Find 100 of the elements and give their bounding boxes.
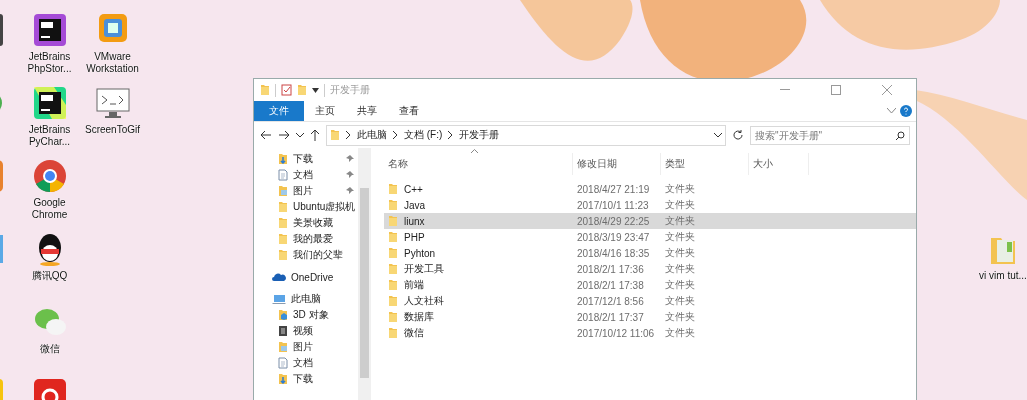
file-type: 文件夹 (664, 182, 696, 196)
modified-date: 2018/2/1 17:38 (576, 279, 645, 291)
file-name: 数据库 (404, 310, 434, 324)
properties-icon[interactable] (281, 84, 292, 96)
forward-arrow-icon[interactable] (278, 130, 290, 140)
refresh-icon[interactable] (732, 129, 744, 141)
file-row[interactable]: 数据库 2018/2/1 17:37 文件夹 (384, 309, 916, 325)
desktop-icon-label: JetBrains PhpStor... (26, 51, 73, 75)
chevron-right-icon (346, 131, 351, 139)
up-arrow-icon[interactable] (310, 129, 320, 141)
nav-item[interactable]: 我们的父辈 (293, 248, 343, 262)
search-field[interactable]: 搜索"开发手册" (750, 125, 910, 145)
desktop-icon-label: 微信 (38, 343, 61, 355)
folder-icon (388, 327, 398, 339)
file-name: liunx (404, 215, 425, 227)
folder-icon (388, 199, 398, 211)
file-type: 文件夹 (664, 246, 696, 260)
chrome-logo-icon[interactable] (31, 158, 68, 194)
file-row[interactable]: PHP 2018/3/19 23:47 文件夹 (384, 229, 916, 245)
desktop-icon-label: vi vim tut... (978, 270, 1027, 282)
ribbon-tab[interactable]: 共享 (346, 101, 388, 121)
ribbon-tab[interactable]: 查看 (388, 101, 430, 121)
file-row[interactable]: 人文社科 2017/12/1 8:56 文件夹 (384, 293, 916, 309)
nav-item[interactable]: 图片 (293, 340, 313, 354)
modified-date: 2018/4/16 18:35 (576, 247, 651, 259)
computer-icon (272, 293, 286, 305)
modified-date: 2018/2/1 17:37 (576, 311, 645, 323)
address-bar[interactable]: 此电脑 文档 (F:) 开发手册 (326, 124, 726, 146)
download-folder-icon (278, 153, 288, 165)
file-name: Java (404, 199, 426, 211)
scrollbar[interactable] (358, 148, 371, 400)
file-name: Pyhton (404, 247, 436, 259)
nav-item[interactable]: 图片 (293, 184, 313, 198)
file-type: 文件夹 (664, 278, 696, 292)
nav-item[interactable]: OneDrive (291, 271, 334, 283)
new-folder-icon (297, 84, 307, 96)
column-header[interactable]: 名称 (384, 153, 573, 175)
sort-caret-icon (471, 149, 478, 153)
pin-icon (346, 155, 354, 163)
folder-icon (278, 201, 288, 213)
nav-item[interactable]: 文档 (293, 356, 313, 370)
breadcrumb-item[interactable]: 此电脑 (357, 128, 387, 142)
folder-icon (388, 311, 398, 323)
cloud-icon (272, 272, 286, 282)
folder-icon (388, 279, 398, 291)
file-name: 微信 (404, 326, 424, 340)
folder-icon (388, 295, 398, 307)
nav-item[interactable]: 视频 (293, 324, 313, 338)
pin-icon (346, 171, 354, 179)
column-header[interactable]: 类型 (661, 153, 749, 175)
film-icon (278, 325, 288, 337)
file-type: 文件夹 (664, 198, 696, 212)
column-header[interactable]: 修改日期 (573, 153, 661, 175)
modified-date: 2017/10/12 11:06 (576, 327, 656, 339)
file-name: PHP (404, 231, 425, 243)
file-row[interactable]: C++ 2018/4/27 21:19 文件夹 (384, 181, 916, 197)
pc-logo-icon[interactable] (31, 85, 68, 121)
modified-date: 2017/10/1 11:23 (576, 199, 650, 211)
nav-item[interactable]: 下载 (293, 372, 313, 386)
monitor-icon[interactable] (94, 85, 131, 121)
breadcrumb-item[interactable]: 文档 (F:) (404, 128, 443, 142)
back-arrow-icon[interactable] (260, 130, 272, 140)
download-folder-icon (278, 373, 288, 385)
file-row[interactable]: Java 2017/10/1 11:23 文件夹 (384, 197, 916, 213)
chevron-down-icon[interactable] (714, 132, 722, 138)
ribbon-tab[interactable]: 主页 (304, 101, 346, 121)
nav-item[interactable]: 文档 (293, 168, 313, 182)
caret-icon[interactable] (312, 87, 319, 93)
folder-icon (388, 231, 398, 243)
file-type: 文件夹 (664, 262, 696, 276)
help-icon[interactable] (900, 105, 912, 117)
ps-logo-icon[interactable] (31, 12, 68, 48)
modified-date: 2018/2/1 17:36 (576, 263, 645, 275)
folder-icon (278, 249, 288, 261)
file-row[interactable]: 微信 2017/10/12 11:06 文件夹 (384, 325, 916, 341)
file-row[interactable]: 前端 2018/2/1 17:38 文件夹 (384, 277, 916, 293)
nav-item[interactable]: 美景收藏 (293, 216, 333, 230)
desktop-icon-label: Google Chrome (30, 197, 69, 221)
nav-item[interactable]: 此电脑 (291, 292, 321, 306)
close-icon (882, 85, 892, 95)
file-type: 文件夹 (664, 294, 696, 308)
pictures-icon (278, 185, 288, 197)
nav-item[interactable]: 下载 (293, 152, 313, 166)
folder-icon (278, 217, 288, 229)
nav-item[interactable]: 我的最爱 (293, 232, 333, 246)
desktop-icon-label: ScreenToGif (84, 124, 141, 136)
desktop-icon-label: 腾讯QQ (30, 270, 69, 282)
nav-item[interactable]: 3D 对象 (293, 308, 329, 322)
folder-icon (330, 129, 340, 141)
file-tab[interactable]: 文件 (254, 101, 304, 121)
column-header[interactable]: 大小 (749, 153, 809, 175)
file-name: 人文社科 (404, 294, 444, 308)
file-row[interactable]: Pyhton 2018/4/16 18:35 文件夹 (384, 245, 916, 261)
file-row[interactable]: 开发工具 2018/2/1 17:36 文件夹 (384, 261, 916, 277)
breadcrumb-item[interactable]: 开发手册 (459, 128, 500, 142)
document-icon (278, 169, 288, 181)
file-type: 文件夹 (664, 326, 696, 340)
nav-item[interactable]: Ubuntu虚拟机 (293, 200, 356, 214)
chevron-down-icon[interactable] (296, 132, 304, 138)
file-row[interactable]: liunx 2018/4/29 22:25 文件夹 (384, 213, 916, 229)
